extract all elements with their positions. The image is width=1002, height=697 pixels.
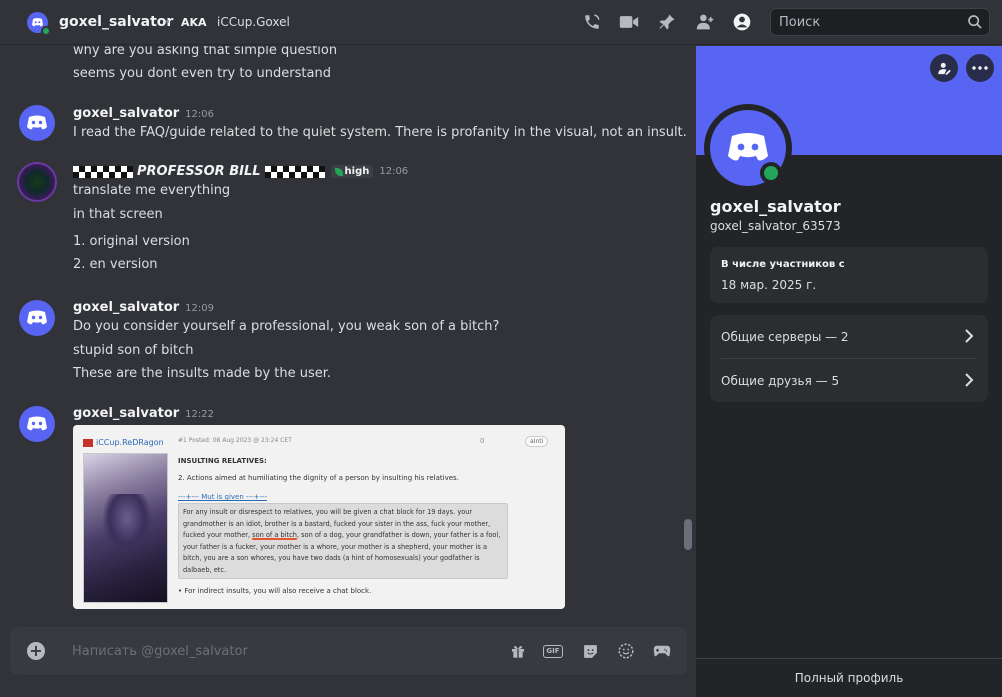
post-heading: INSULTING RELATIVES:: [178, 457, 267, 465]
forum-user: iCCup.ReDRagon: [83, 438, 164, 447]
chevron-right-icon: [964, 329, 974, 346]
search-icon[interactable]: [967, 14, 983, 34]
mutual-friends-label: Общие друзья — 5: [721, 373, 840, 388]
message-timestamp: 12:22: [185, 409, 214, 420]
author-name[interactable]: PROFESSOR BILL: [137, 164, 261, 179]
post-paragraph: 2. Actions aimed at humiliating the dign…: [178, 474, 459, 482]
message-composer: + GIF: [10, 627, 687, 675]
member-since-card: В числе участников с 18 мар. 2025 г.: [710, 247, 988, 303]
discord-logo-icon: [728, 133, 768, 161]
member-since-label: В числе участников с: [721, 259, 845, 270]
user-note-icon[interactable]: [930, 54, 958, 82]
mutual-servers-row[interactable]: Общие серверы — 2: [710, 315, 988, 358]
leaf-icon: [334, 167, 343, 176]
message-timestamp: 12:09: [185, 303, 214, 314]
gift-icon[interactable]: [508, 641, 528, 661]
emoji-icon[interactable]: [616, 641, 636, 661]
message-line: 1. original version: [73, 234, 190, 249]
message-author[interactable]: PROFESSOR BILL high 12:06: [73, 164, 408, 179]
discord-logo-icon: [27, 416, 47, 431]
message-author[interactable]: goxel_salvator 12:06: [73, 106, 214, 121]
user-avatar[interactable]: [19, 105, 55, 141]
mutual-friends-row[interactable]: Общие друзья — 5: [710, 359, 988, 402]
plus-icon[interactable]: +: [27, 642, 45, 660]
chat-scrollbar[interactable]: [684, 519, 692, 550]
phone-icon[interactable]: [581, 11, 603, 33]
role-label: high: [344, 166, 370, 177]
post-reply-tag: aInti: [525, 436, 549, 447]
more-icon[interactable]: [966, 54, 994, 82]
message-timestamp: 12:06: [185, 109, 214, 120]
message-list: why are you asking that simple question …: [0, 46, 696, 626]
author-name[interactable]: goxel_salvator: [73, 300, 179, 315]
chevron-right-icon: [964, 373, 974, 390]
user-avatar[interactable]: [19, 300, 55, 336]
search-box[interactable]: [770, 8, 990, 36]
mutuals-card: Общие серверы — 2 Общие друзья — 5: [710, 315, 988, 402]
online-status-dot: [760, 162, 782, 184]
discord-logo-icon: [27, 115, 47, 130]
role-tag[interactable]: high: [330, 165, 374, 178]
header-separator: [166, 20, 169, 23]
message-input[interactable]: [72, 639, 492, 663]
aka-tag: AKA: [181, 16, 207, 29]
full-profile-label: Полный профиль: [794, 671, 904, 685]
full-profile-button[interactable]: Полный профиль: [696, 658, 1002, 697]
message-line: stupid son of bitch: [73, 343, 194, 358]
gif-icon[interactable]: GIF: [543, 641, 563, 661]
user-avatar[interactable]: [19, 406, 55, 442]
message-line: in that screen: [73, 207, 163, 222]
message-line: Do you consider yourself a professional,…: [73, 319, 500, 334]
pin-icon[interactable]: [656, 11, 678, 33]
message-timestamp: 12:06: [379, 166, 409, 177]
member-since-date: 18 мар. 2025 г.: [721, 278, 817, 292]
quote-underlined: son of a bitch: [252, 531, 297, 539]
message-line: I read the FAQ/guide related to the quie…: [73, 125, 687, 140]
online-status-dot: [41, 26, 51, 36]
message-line: These are the insults made by the user.: [73, 366, 332, 381]
discord-logo-icon: [27, 310, 47, 325]
profile-icon[interactable]: [731, 11, 753, 33]
user-avatar-professor[interactable]: [17, 162, 57, 202]
profile-name: goxel_salvator: [710, 197, 841, 216]
post-quote: For any insult or disrespect to relative…: [178, 503, 508, 579]
forum-username: iCCup.ReDRagon: [96, 438, 164, 447]
video-icon[interactable]: [618, 11, 640, 33]
message-author[interactable]: goxel_salvator 12:22: [73, 406, 214, 421]
message-line: why are you asking that simple question: [73, 46, 338, 58]
mutual-servers-label: Общие серверы — 2: [721, 329, 849, 344]
message-author[interactable]: goxel_salvator 12:09: [73, 300, 214, 315]
message-line: seems you dont even try to understand: [73, 66, 331, 81]
channel-header: goxel_salvator AKA iCCup.Goxel: [0, 0, 1002, 45]
header-username[interactable]: goxel_salvator: [59, 14, 173, 30]
post-paragraph: • For indirect insults, you will also re…: [178, 587, 372, 595]
add-friend-icon[interactable]: [694, 11, 716, 33]
author-name[interactable]: goxel_salvator: [73, 406, 179, 421]
image-attachment[interactable]: iCCup.ReDRagon #1 Posted: 08 Aug 2023 @ …: [73, 425, 565, 609]
message-line: translate me everything: [73, 183, 231, 198]
flag-icon: [83, 438, 93, 447]
checker-decoration: [264, 165, 325, 178]
checker-decoration: [73, 165, 133, 178]
post-link: ---+--- Mut is given ---+---: [178, 493, 268, 501]
aka-value: iCCup.Goxel: [217, 15, 290, 29]
search-input[interactable]: [771, 9, 989, 35]
author-name[interactable]: goxel_salvator: [73, 106, 179, 121]
header-avatar[interactable]: [27, 12, 51, 36]
post-meta: #1 Posted: 08 Aug 2023 @ 23:24 CET: [178, 437, 292, 444]
sticker-icon[interactable]: [580, 641, 600, 661]
dragon-avatar-image: [83, 453, 168, 603]
gamepad-icon[interactable]: [652, 641, 672, 661]
message-line: 2. en version: [73, 257, 158, 272]
post-votes: 0: [480, 437, 485, 445]
profile-panel: goxel_salvator goxel_salvator_63573 В чи…: [696, 46, 1002, 697]
profile-handle: goxel_salvator_63573: [710, 219, 841, 233]
